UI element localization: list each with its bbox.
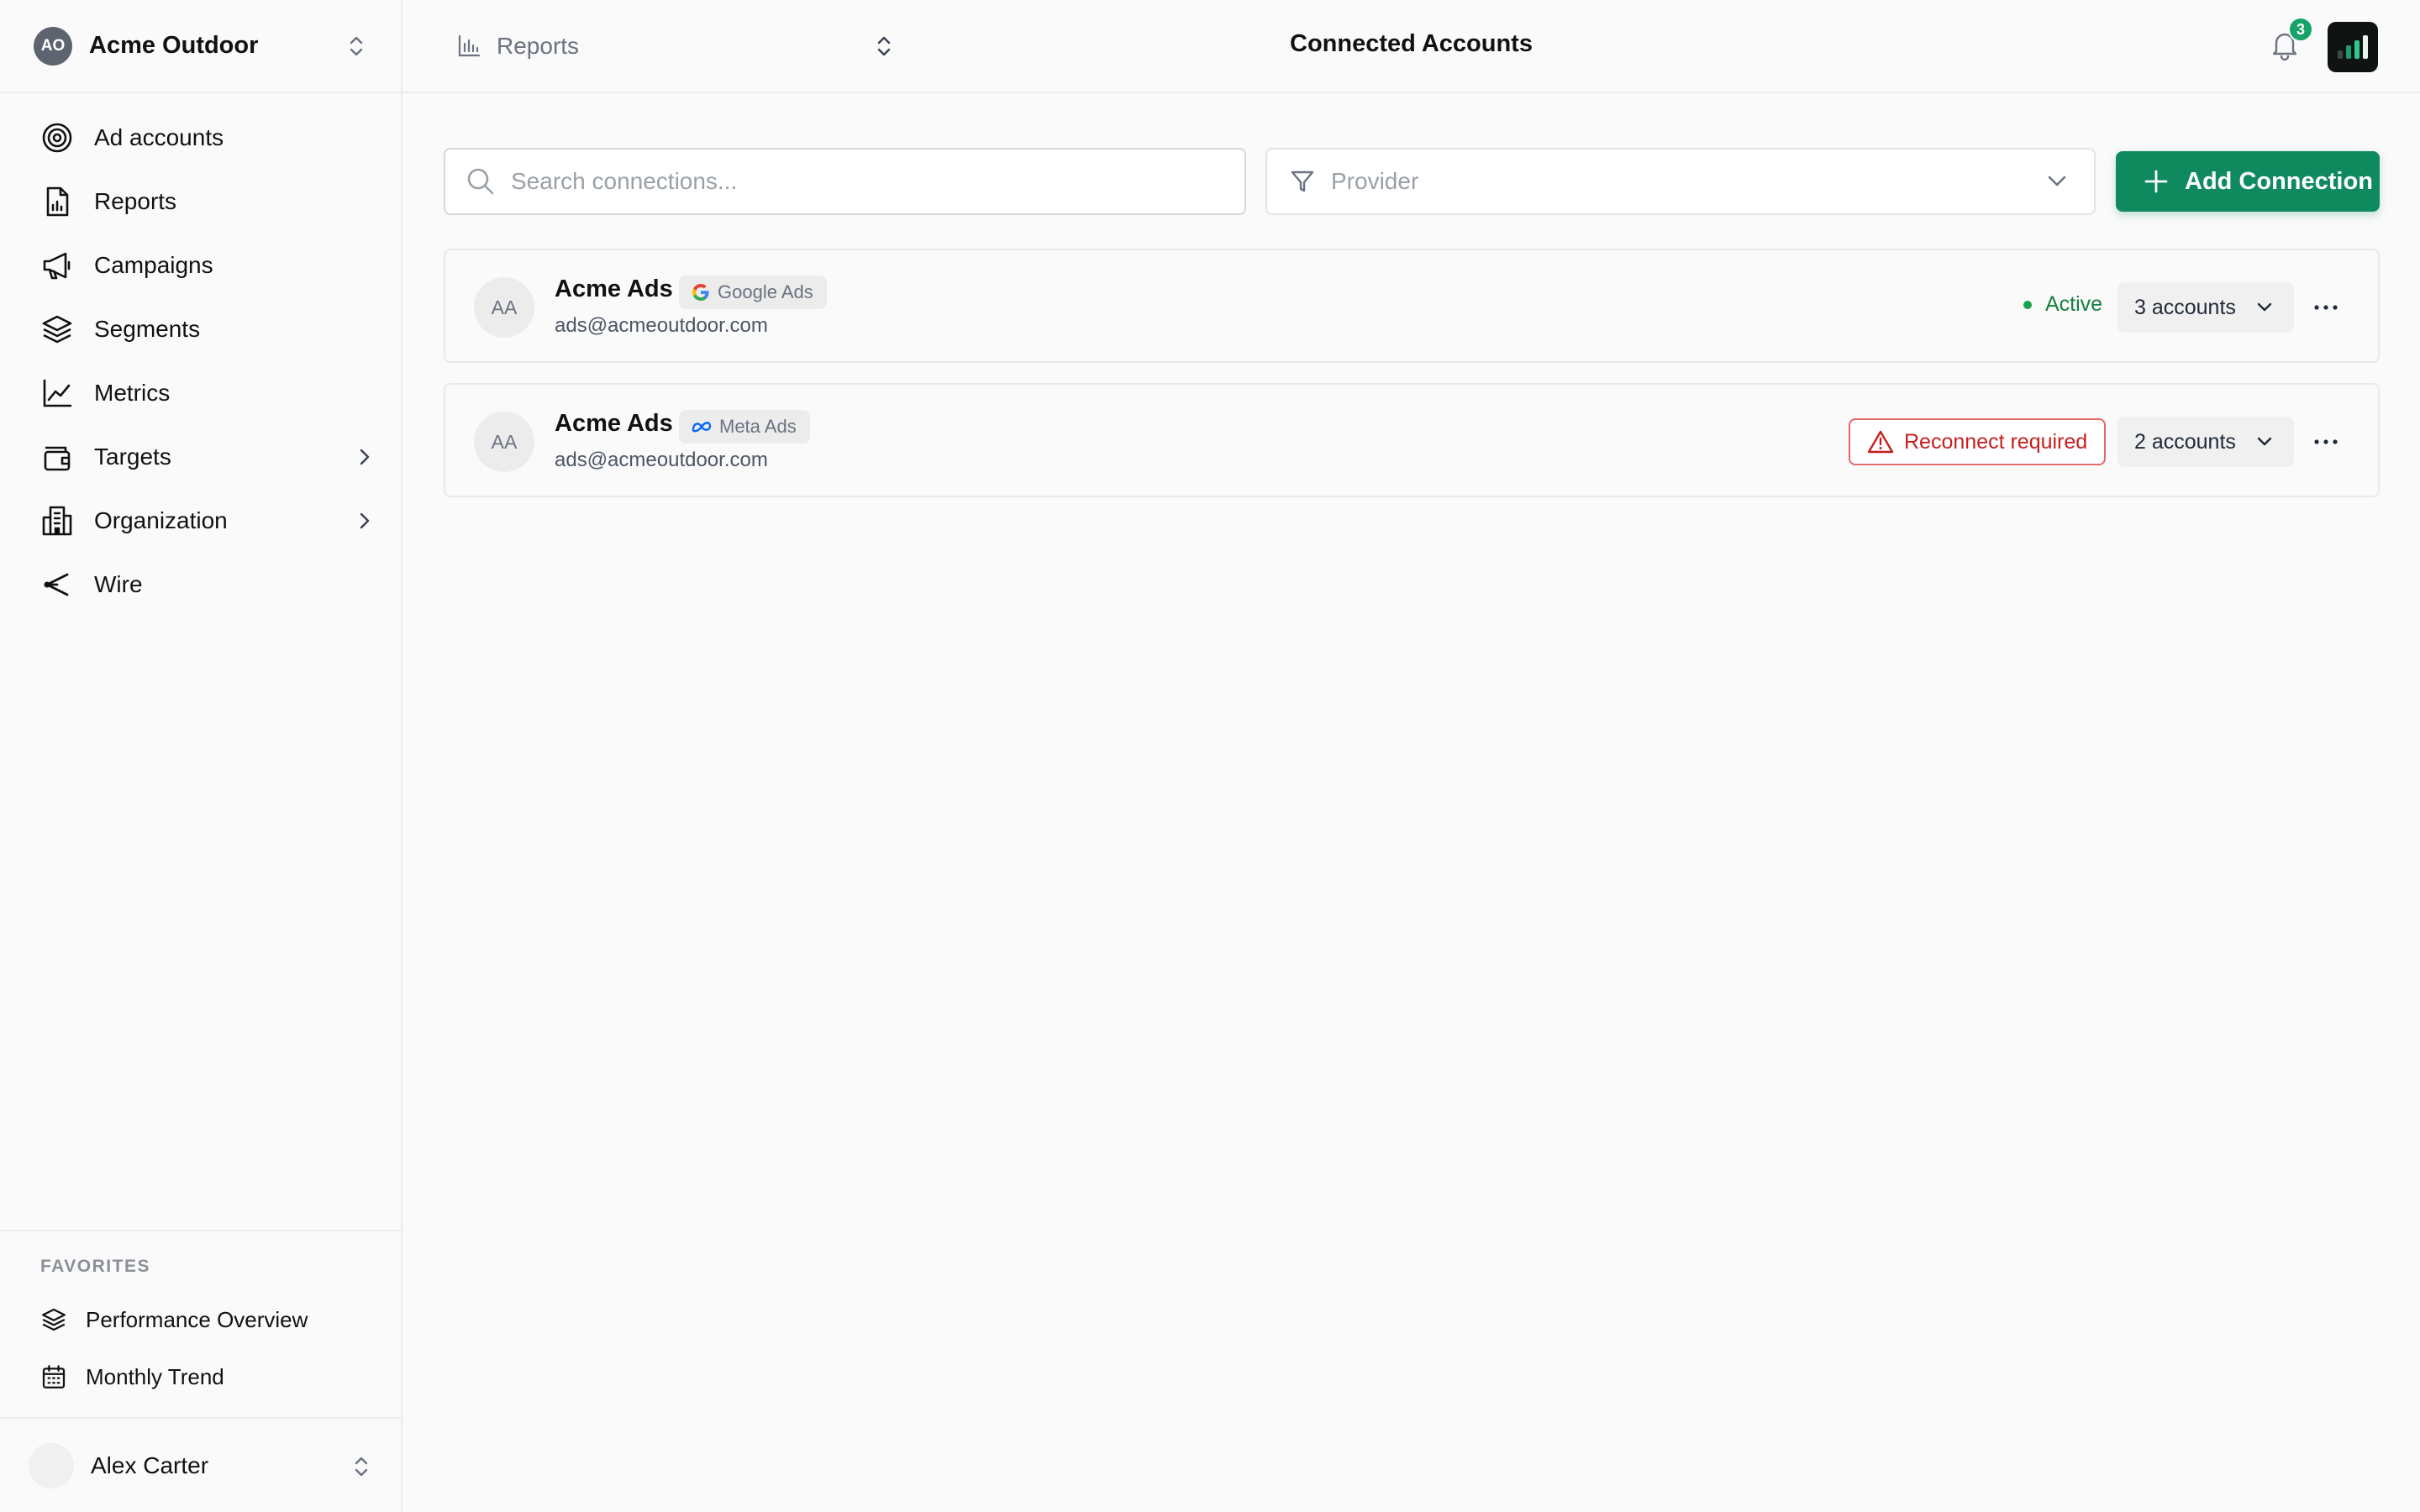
- sidebar-item-campaigns[interactable]: Campaigns: [34, 234, 370, 297]
- status-label: Reconnect required: [1904, 429, 2088, 454]
- sidebar-item-label: Wire: [94, 571, 143, 597]
- sidebar-item-label: Campaigns: [94, 252, 213, 278]
- logo-bar: [2363, 35, 2368, 59]
- chevron-down-icon: [2255, 435, 2274, 449]
- provider-filter-placeholder: Provider: [1331, 168, 1419, 194]
- avatar: [29, 1442, 74, 1488]
- accounts-count: 3 accounts: [2134, 295, 2236, 319]
- status-dot: [2023, 300, 2032, 309]
- chevron-down-icon: [2045, 173, 2069, 190]
- layers-icon: [40, 312, 74, 346]
- bar-chart-icon: [456, 34, 481, 59]
- filter-icon: [1289, 168, 1316, 195]
- search-icon: [466, 166, 496, 197]
- chevron-right-icon: [356, 509, 373, 533]
- chevron-up-down-icon[interactable]: [875, 34, 893, 59]
- favorite-item-label: Monthly Trend: [86, 1363, 224, 1389]
- user-switcher[interactable]: Alex Carter: [0, 1417, 401, 1512]
- more-options-button[interactable]: [2309, 291, 2343, 324]
- connection-card: AA Acme Ads Meta Ads ads@acmeoutdoor.com…: [444, 383, 2380, 497]
- status-label: Active: [2045, 292, 2103, 316]
- sidebar-item-targets[interactable]: Targets: [34, 425, 370, 489]
- sidebar-item-label: Targets: [94, 444, 171, 470]
- provider-badge: Google Ads: [679, 276, 827, 309]
- provider-badge-label: Meta Ads: [719, 416, 797, 437]
- add-connection-label: Add Connection: [2185, 167, 2373, 195]
- favorites-section: FAVORITES Performance Overview Monthly T…: [0, 1230, 401, 1417]
- logo-bar: [2354, 40, 2360, 59]
- connection-name: Acme Ads: [555, 276, 673, 302]
- notification-badge: 3: [2288, 17, 2313, 42]
- warning-icon: [1867, 429, 1894, 454]
- sidebar-item-label: Segments: [94, 316, 201, 342]
- sidebar-item-label: Ad accounts: [94, 124, 224, 150]
- top-header: Reports Connected Accounts 3: [402, 0, 2420, 93]
- report-switcher-label: Reports: [497, 33, 580, 59]
- wallet-icon: [40, 440, 74, 474]
- status-badge: Active: [2023, 292, 2102, 317]
- chevron-down-icon: [2255, 301, 2274, 314]
- sidebar-item-organization[interactable]: Organization: [34, 489, 370, 553]
- page-title: Connected Accounts: [1290, 30, 1533, 57]
- building-icon: [40, 504, 74, 538]
- sidebar: AO Acme Outdoor Ad accounts Reports Camp…: [0, 0, 402, 1512]
- connection-email: ads@acmeoutdoor.com: [555, 314, 768, 337]
- connection-card: AA Acme Ads Google Ads ads@acmeoutdoor.c…: [444, 249, 2380, 363]
- favorite-item-monthly-trend[interactable]: Monthly Trend: [40, 1356, 224, 1398]
- sidebar-item-wire[interactable]: Wire: [34, 553, 370, 617]
- user-name: Alex Carter: [91, 1452, 209, 1478]
- sidebar-item-label: Metrics: [94, 380, 171, 406]
- chevron-up-down-icon: [347, 34, 366, 59]
- meta-icon: [691, 418, 713, 435]
- layers-icon: [40, 1306, 67, 1333]
- sidebar-item-label: Organization: [94, 507, 228, 533]
- target-icon: [40, 121, 74, 155]
- google-icon: [691, 282, 711, 302]
- connection-avatar: AA: [474, 277, 534, 338]
- reconnect-required-button[interactable]: Reconnect required: [1849, 418, 2107, 465]
- connection-avatar: AA: [474, 412, 534, 472]
- add-connection-button[interactable]: Add Connection: [2116, 151, 2380, 212]
- more-options-button[interactable]: [2309, 425, 2343, 459]
- org-name: Acme Outdoor: [89, 32, 259, 59]
- toolbar: Provider Add Connection: [444, 148, 2380, 215]
- more-horizontal-icon: [2313, 438, 2338, 446]
- sidebar-item-metrics[interactable]: Metrics: [34, 361, 370, 425]
- accounts-dropdown[interactable]: 3 accounts: [2118, 282, 2294, 333]
- connection-name: Acme Ads: [555, 410, 673, 437]
- logo-bar: [2346, 45, 2351, 59]
- favorites-heading: FAVORITES: [40, 1257, 150, 1276]
- sidebar-item-ad-accounts[interactable]: Ad accounts: [34, 106, 370, 170]
- megaphone-icon: [40, 249, 74, 282]
- plus-icon: [2143, 168, 2170, 195]
- provider-filter-select[interactable]: Provider: [1265, 148, 2096, 215]
- search-input[interactable]: [511, 168, 1200, 195]
- accounts-dropdown[interactable]: 2 accounts: [2118, 417, 2294, 467]
- share-node-icon: [40, 568, 74, 601]
- accounts-count: 2 accounts: [2134, 429, 2236, 454]
- report-file-icon: [40, 185, 74, 218]
- chevron-right-icon: [356, 445, 373, 469]
- sidebar-item-reports[interactable]: Reports: [34, 170, 370, 234]
- favorite-item-performance-overview[interactable]: Performance Overview: [40, 1299, 308, 1341]
- chevron-up-down-icon: [352, 1454, 371, 1479]
- sidebar-nav: Ad accounts Reports Campaigns Segments M…: [34, 106, 370, 617]
- connection-email: ads@acmeoutdoor.com: [555, 449, 768, 471]
- report-switcher[interactable]: Reports: [456, 25, 579, 67]
- org-switcher[interactable]: AO Acme Outdoor: [0, 0, 401, 93]
- sidebar-item-segments[interactable]: Segments: [34, 297, 370, 361]
- search-box[interactable]: [444, 148, 1246, 215]
- org-avatar: AO: [34, 26, 72, 66]
- calendar-icon: [40, 1363, 67, 1390]
- line-chart-icon: [40, 376, 74, 410]
- app-logo[interactable]: [2328, 22, 2378, 72]
- provider-badge: Meta Ads: [679, 410, 810, 444]
- favorite-item-label: Performance Overview: [86, 1306, 308, 1332]
- provider-badge-label: Google Ads: [718, 281, 813, 302]
- more-horizontal-icon: [2313, 303, 2338, 312]
- logo-bar: [2338, 50, 2343, 59]
- sidebar-item-label: Reports: [94, 188, 177, 214]
